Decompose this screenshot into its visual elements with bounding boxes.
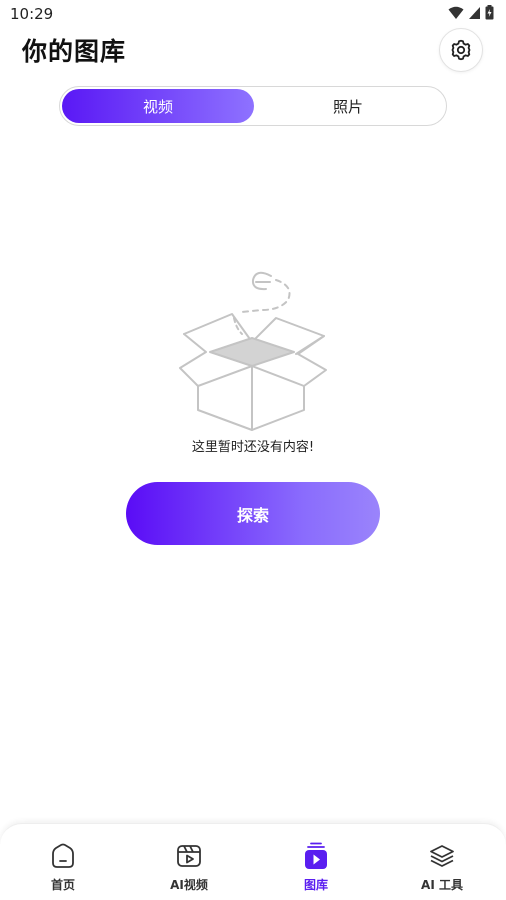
- bottom-nav: 首页 AI视频 图库 AI 工具: [0, 823, 506, 900]
- status-time: 10:29: [10, 5, 54, 23]
- nav-label-gallery: 图库: [303, 878, 328, 892]
- battery-icon: [485, 5, 494, 20]
- tab-videos[interactable]: 视频: [62, 89, 254, 123]
- status-bar: 10:29: [0, 0, 506, 28]
- page-title: 你的图库: [22, 37, 127, 66]
- nav-label-home: 首页: [50, 878, 75, 892]
- empty-message: 这里暂时还没有内容!: [191, 440, 315, 455]
- layers-icon: [428, 842, 456, 870]
- media-type-tabs: 视频 照片: [59, 86, 447, 126]
- nav-label-ai-tools: AI 工具: [421, 878, 463, 892]
- nav-item-home[interactable]: 首页: [13, 842, 113, 893]
- home-icon: [49, 842, 77, 870]
- empty-box-icon: [179, 271, 327, 431]
- film-icon: [175, 842, 203, 870]
- wifi-icon: [448, 6, 464, 19]
- nav-item-ai-video[interactable]: AI视频: [139, 842, 239, 893]
- nav-label-ai-video: AI视频: [170, 878, 208, 892]
- nav-item-ai-tools[interactable]: AI 工具: [392, 842, 492, 893]
- nav-item-gallery[interactable]: 图库: [266, 842, 366, 893]
- settings-button[interactable]: [439, 28, 483, 72]
- tab-photos[interactable]: 照片: [252, 89, 444, 123]
- explore-button[interactable]: 探索: [126, 482, 380, 545]
- gear-icon: [451, 39, 471, 61]
- gallery-icon: [302, 842, 330, 870]
- signal-icon: [469, 6, 480, 19]
- status-icons: [448, 5, 494, 20]
